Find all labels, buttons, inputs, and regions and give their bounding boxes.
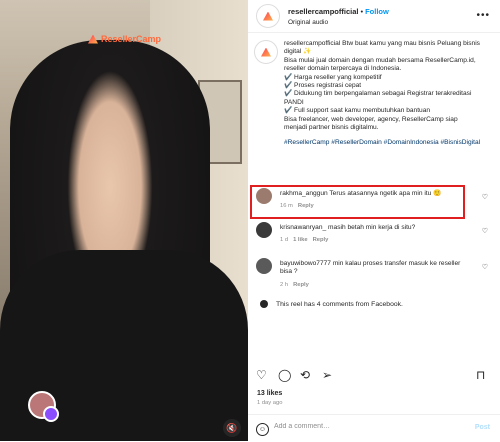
commenter-avatar[interactable] [256,258,272,274]
follow-button[interactable]: Follow [365,7,389,16]
commenter-avatar[interactable] [256,188,272,204]
watermark-logo: ResellerCamp [88,34,161,44]
floating-avatar[interactable] [28,391,59,422]
resellercamp-logo-icon [88,34,98,44]
caption-line: ✔️ Harga reseller yang kompetitif [284,73,382,81]
add-comment-input[interactable] [274,423,454,430]
comment-time: 16 m [280,203,293,210]
post-header: resellercampofficial • Follow Original aud… [248,0,500,33]
share-icon[interactable]: ➢ [322,368,332,382]
commenter-avatar[interactable] [256,222,272,238]
reel-video[interactable]: ResellerCamp 🔇 [0,0,248,441]
header-username[interactable]: resellercampofficial [288,7,358,16]
badge-icon [43,406,59,422]
comment-username[interactable]: krisnawanryan_ [280,224,326,231]
fb-note-text: This reel has 4 comments from Facebook. [276,300,403,308]
caption-hashtags[interactable]: #ResellerCamp #ResellerDomain #DomainInd… [284,139,496,147]
heart-icon[interactable]: ♡ [482,193,488,201]
caption-line: Bisa freelancer, web developer, agency, … [284,115,458,123]
caption-line: resellercampofficial Btw buat kamu yang … [284,40,480,47]
comment-meta: 1 d 1 like Reply [280,236,470,244]
heart-icon[interactable]: ♡ [256,368,267,382]
comment-time: 2 h [280,281,289,288]
caption-line: PANDI [284,98,304,106]
comment-meta: 2 h Reply [280,281,470,289]
post-button[interactable]: Post [475,424,490,431]
comment-item: krisnawanryan_ masih betah min kerja di … [254,222,494,250]
post-caption: resellercampofficial Btw buat kamu yang … [254,40,496,148]
post-panel: resellercampofficial • Follow Original aud… [248,0,500,441]
comment-username[interactable]: rakhma_anggun [280,190,328,197]
likes-count[interactable]: 13 likes [257,390,282,397]
comment-text: Terus atasannya ngetik apa min itu 🙂 [329,190,442,197]
reply-button[interactable]: Reply [313,237,329,243]
caption-line: digital ✨ [284,48,312,56]
comment-text: min kalau proses transfer masuk ke resel… [332,260,461,267]
header-info: resellercampofficial • Follow Original aud… [288,4,389,28]
reply-button[interactable]: Reply [293,282,309,288]
comment-text-cont: bisa ? [280,268,298,276]
comment-username[interactable]: bayuwibowo7777 [280,260,331,267]
repost-icon[interactable]: ⟲ [300,368,310,382]
header-separator: • [360,7,364,16]
comment-time: 1 d [280,237,289,244]
mute-icon[interactable]: 🔇 [223,419,241,437]
facebook-icon [260,300,268,308]
comment-body: bayuwibowo7777 min kalau proses transfer… [280,260,470,289]
posted-time: 1 day ago [257,400,283,406]
resellercamp-logo-icon [261,47,271,57]
action-bar: ♡ ◯ ⟲ ➢ ⊓ [254,368,494,384]
comment-text: masih betah min kerja di situ? [328,224,416,231]
watermark-text: ResellerCamp [101,34,162,44]
comment-item: bayuwibowo7777 min kalau proses transfer… [254,258,494,292]
caption-line: ✔️ Full support saat kamu membutuhkan ba… [284,107,431,115]
original-audio-link[interactable]: Original audio [288,17,389,28]
heart-icon[interactable]: ♡ [482,263,488,271]
caption-line: menjadi partner bisnis digitalmu. [284,124,379,132]
caption-text: resellercampofficial Btw buat kamu yang … [284,40,496,148]
comment-body: rakhma_anggun Terus atasannya ngetik apa… [280,190,470,211]
heart-icon[interactable]: ♡ [482,227,488,235]
comment-icon[interactable]: ◯ [278,368,291,382]
caption-line: Bisa mulai jual domain dengan mudah bers… [284,56,476,64]
caption-line: ✔️ Didukung tim berpengalaman sebagai Re… [284,90,472,98]
header-avatar[interactable] [256,4,280,28]
comment-meta: 16 m Reply [280,202,470,210]
facebook-comments-note: This reel has 4 comments from Facebook. [256,300,403,308]
caption-avatar[interactable] [254,40,278,64]
comment-item: rakhma_anggun Terus atasannya ngetik apa… [254,188,494,216]
resellercamp-logo-icon [263,11,273,21]
likes-count[interactable]: 1 like [293,237,308,243]
add-comment-row: ☺ Post [248,414,500,442]
comment-body: krisnawanryan_ masih betah min kerja di … [280,224,470,245]
emoji-icon[interactable]: ☺ [256,423,269,436]
caption-line: reseller domain terpercaya di Indonesia. [284,65,402,73]
more-horizontal-icon[interactable]: ••• [476,10,490,21]
reply-button[interactable]: Reply [298,203,314,209]
bookmark-icon[interactable]: ⊓ [476,368,485,382]
